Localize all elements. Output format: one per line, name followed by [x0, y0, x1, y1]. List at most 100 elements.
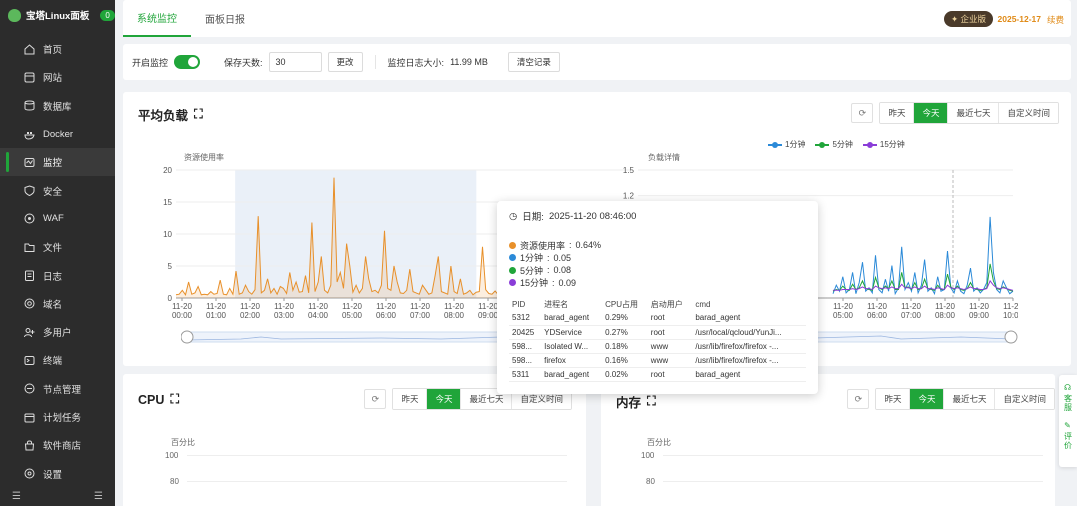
fullscreen-icon[interactable]: ⛶: [194, 107, 203, 122]
range-today[interactable]: 今天: [426, 389, 461, 409]
tooltip-date-label: 日期:: [522, 212, 544, 223]
cpu-gridline: [187, 455, 567, 456]
sidebar-item-terminal[interactable]: 终端: [0, 346, 115, 374]
monitor-icon: [24, 157, 35, 168]
collapse-icon[interactable]: ☰: [12, 491, 21, 502]
store-icon: [24, 440, 35, 451]
range-yesterday[interactable]: 昨天: [880, 103, 914, 123]
x-tick-date: 11-20: [172, 302, 192, 311]
legend-5min[interactable]: 5分钟: [815, 139, 853, 150]
legend-15min[interactable]: 15分钟: [862, 139, 905, 150]
shield-icon: [24, 185, 35, 197]
series-dot: [509, 266, 516, 274]
fullscreen-icon[interactable]: ⛶: [647, 394, 656, 409]
expire-date: 2025-12-17: [997, 14, 1041, 24]
sidebar-item-waf[interactable]: WAF: [0, 205, 115, 233]
tooltip-value-row: 5分钟:0.08: [509, 264, 806, 277]
range-today[interactable]: 今天: [909, 389, 944, 409]
fullscreen-icon[interactable]: ⛶: [170, 392, 179, 407]
tab-panel-daily[interactable]: 面板日报: [191, 0, 259, 37]
sidebar-item-monitor[interactable]: 监控: [0, 148, 115, 177]
process-table-body: 5312 barad_agent 0.29% root barad_agent 20425…: [509, 311, 806, 382]
cpu-title: CPU ⛶: [138, 392, 179, 407]
review-label: 评价: [1063, 432, 1073, 450]
enable-monitor-toggle[interactable]: [174, 55, 201, 69]
sidebar-item-label: 首页: [43, 45, 63, 57]
legend-1min[interactable]: 1分钟: [768, 139, 805, 150]
save-days-input[interactable]: 30: [268, 52, 322, 72]
review-button[interactable]: ✎ 评价: [1063, 421, 1074, 450]
globe-icon: [24, 72, 35, 83]
tooltip-row-value: 0.05: [553, 252, 572, 263]
range-yesterday[interactable]: 昨天: [876, 389, 910, 409]
process-table-header-cell: PID: [512, 299, 526, 309]
table-cell: root: [647, 367, 693, 382]
table-cell: root: [647, 325, 693, 340]
range-last-7-days[interactable]: 最近七天: [943, 389, 995, 409]
settings-icon: [24, 468, 35, 479]
x-tick-time: 06:00: [867, 311, 888, 320]
process-table-header-cell: 进程名: [544, 299, 569, 309]
sidebar-item-calendar[interactable]: 计划任务: [0, 403, 115, 431]
tooltip-row-value: 0.09: [558, 277, 577, 288]
sidebar-item-label: 安全: [43, 186, 63, 198]
sidebar-item-database[interactable]: 数据库: [0, 92, 115, 120]
x-tick-label: 11-2009:00: [478, 302, 499, 320]
cpu-gridline: [187, 481, 567, 482]
change-button[interactable]: 更改: [327, 52, 363, 72]
range-custom[interactable]: 自定义时间: [994, 389, 1054, 409]
sidebar-item-folder[interactable]: 文件: [0, 233, 115, 261]
table-cell: 0.18%: [602, 339, 648, 354]
range-yesterday[interactable]: 昨天: [393, 389, 427, 409]
tooltip-colon: :: [569, 240, 572, 251]
x-tick-time: 09:00: [478, 311, 499, 320]
sidebar-item-store[interactable]: 软件商店: [0, 431, 115, 459]
renew-link[interactable]: 续费: [1047, 14, 1064, 26]
tooltip-colon: :: [552, 277, 555, 288]
refresh-icon[interactable]: ⟳: [847, 389, 870, 409]
sidebar-item-label: 域名: [43, 299, 63, 311]
refresh-icon[interactable]: ⟳: [364, 389, 387, 409]
enterprise-badge[interactable]: ✦ 企业版: [944, 11, 993, 27]
sidebar-item-shield[interactable]: 安全: [0, 176, 115, 204]
table-cell: /usr/local/qcloud/YunJi...: [692, 325, 806, 340]
table-row: 598... Isolated W... 0.18% www/usr/lib/fire…: [509, 339, 806, 354]
tab-system-monitor[interactable]: 系统监控: [123, 0, 191, 37]
zoom-handle-right: [1004, 330, 1018, 344]
sidebar-nav: 首页网站 数据库 Docker 监控安全 WAF 文件 日志域名多用户 终端 节点管理 计划任务软…: [0, 35, 115, 488]
memory-y-tick-80: 80: [646, 477, 655, 486]
sidebar-item-globe[interactable]: 网站: [0, 63, 115, 91]
tooltip-value-row: 1分钟:0.05: [509, 252, 806, 265]
table-cell: 20425: [509, 325, 542, 340]
sidebar-item-node[interactable]: 节点管理: [0, 375, 115, 403]
legend-1min-marker: [768, 141, 782, 148]
brand[interactable]: 宝塔Linux面板 0: [0, 0, 115, 30]
x-tick-date: 11-20: [867, 302, 887, 311]
table-cell: Isolated W...: [541, 339, 603, 354]
range-today[interactable]: 今天: [913, 103, 948, 123]
customer-service-button[interactable]: ☊ 客服: [1063, 383, 1074, 412]
sidebar-item-docker[interactable]: Docker: [0, 120, 115, 148]
clear-records-button[interactable]: 清空记录: [507, 52, 560, 72]
table-cell: firefox: [541, 353, 603, 368]
sidebar-item-label: WAF: [43, 213, 64, 225]
range-last-7-days[interactable]: 最近七天: [947, 103, 999, 123]
cpu-y-tick-80: 80: [170, 477, 179, 486]
process-table-header: PID 进程名 CPU占用 启动用户 cmd: [509, 297, 806, 311]
table-cell: barad_agent: [541, 367, 603, 382]
menu-icon[interactable]: ☰: [94, 491, 103, 502]
series-dot: [509, 254, 516, 262]
sidebar-item-users[interactable]: 多用户: [0, 318, 115, 346]
sidebar-item-settings[interactable]: 设置: [0, 459, 115, 487]
refresh-icon[interactable]: ⟳: [851, 103, 874, 123]
table-cell: 598...: [509, 339, 542, 354]
x-tick-date: 11-20: [308, 302, 328, 311]
sidebar-item-log[interactable]: 日志: [0, 261, 115, 289]
notification-badge[interactable]: 0: [100, 9, 115, 21]
table-cell: 5311: [509, 367, 542, 382]
sidebar-item-domain[interactable]: 域名: [0, 290, 115, 318]
range-custom[interactable]: 自定义时间: [998, 103, 1058, 123]
process-table-header-cell: cmd: [695, 299, 711, 309]
tooltip-value-row: 资源使用率:0.64%: [509, 239, 806, 252]
sidebar-item-home[interactable]: 首页: [0, 35, 115, 63]
